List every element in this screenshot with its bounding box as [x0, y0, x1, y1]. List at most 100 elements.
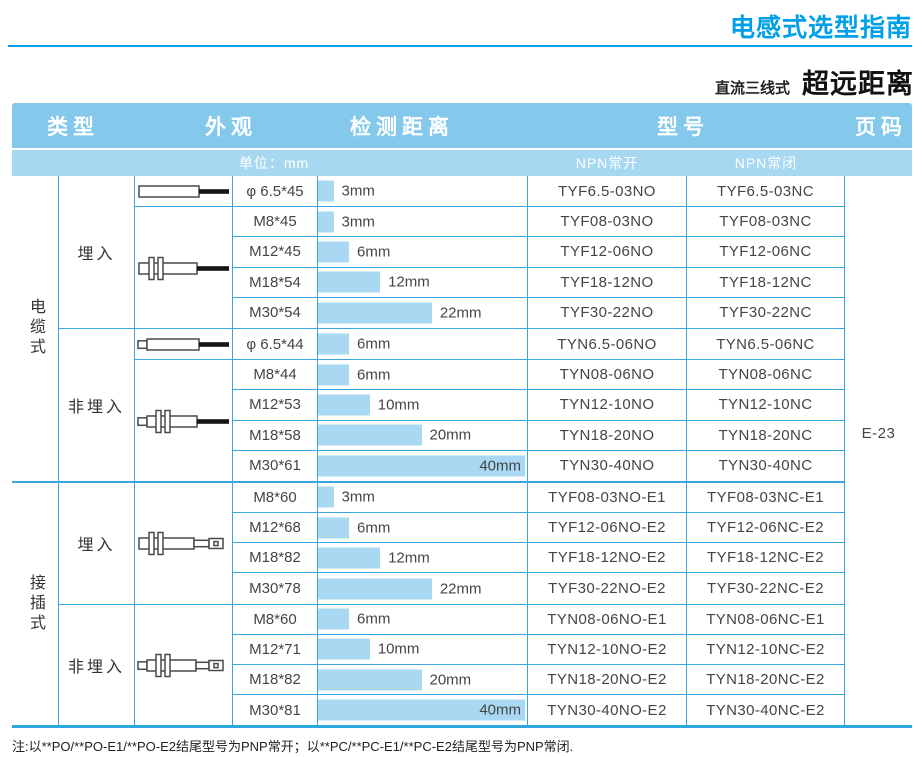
table-subheader-row: 单位：mm NPN常开 NPN常闭 — [12, 150, 912, 176]
model-npn-nc-cell: TYN08-06NC — [687, 360, 845, 389]
distance-label: 6mm — [357, 243, 390, 260]
row-stack: M8*446mmTYN08-06NOTYN08-06NCM12*5310mmTY… — [233, 360, 845, 481]
model-npn-nc-cell: TYN18-20NC — [687, 421, 845, 450]
distance-bar — [318, 334, 349, 355]
model-npn-no-cell: TYN18-20NO-E2 — [528, 665, 687, 694]
table-row: φ 6.5*453mmTYF6.5-03NOTYF6.5-03NC — [233, 176, 845, 206]
table-row: M30*7822mmTYF30-22NO-E2TYF30-22NC-E2 — [233, 573, 845, 603]
size-cell: M30*61 — [233, 451, 318, 481]
distance-cell: 3mm — [318, 483, 528, 512]
distance-cell: 6mm — [318, 360, 528, 389]
model-npn-nc-cell: TYF18-12NC-E2 — [687, 543, 845, 572]
distance-cell: 6mm — [318, 329, 528, 359]
page-code-cell: E-23 — [845, 176, 912, 725]
distance-label: 40mm — [479, 457, 521, 474]
model-npn-nc-cell: TYF12-06NC-E2 — [687, 513, 845, 542]
type-cell: 电缆式 — [12, 176, 59, 481]
distance-cell: 40mm — [318, 695, 528, 725]
model-npn-no-cell: TYF6.5-03NO — [528, 176, 687, 206]
table-row: M18*58 20mm TYN18-20NOTYN18-20NC — [233, 421, 845, 451]
table-row: M8*446mmTYN08-06NOTYN08-06NC — [233, 360, 845, 390]
subtitle-feature: 超远距离 — [802, 62, 914, 101]
distance-cell: 12mm — [318, 268, 528, 297]
sensor-drawing-threaded-tip-cable — [135, 360, 233, 481]
mount-group: 非埋入 φ 6.5*446mmTYN6.5-06NOTYN6.5-06NCM8*4… — [59, 329, 845, 481]
sensor-drawing-threaded-tip-connector — [135, 605, 233, 726]
table-row: M30*8140mmTYN30-40NO-E2TYN30-40NC-E2 — [233, 695, 845, 725]
model-npn-nc-cell: TYF6.5-03NC — [687, 176, 845, 206]
distance-cell: 6mm — [318, 237, 528, 266]
distance-bar — [318, 609, 349, 630]
drawing-group: φ 6.5*453mmTYF6.5-03NOTYF6.5-03NC — [135, 176, 845, 207]
mount-cell: 非埋入 — [59, 605, 135, 726]
table-row: φ 6.5*446mmTYN6.5-06NOTYN6.5-06NC — [233, 329, 845, 359]
distance-label: 6mm — [357, 611, 390, 628]
size-cell: M8*44 — [233, 360, 318, 389]
subheader-npn-nc: NPN常闭 — [735, 153, 798, 173]
distance-label: 12mm — [388, 549, 430, 566]
header-page: 页码 — [855, 111, 907, 141]
size-cell: M8*45 — [233, 207, 318, 236]
model-npn-nc-cell: TYN30-40NC-E2 — [687, 695, 845, 725]
model-npn-nc-cell: TYN12-10NC — [687, 390, 845, 419]
distance-label: 20mm — [430, 427, 472, 444]
model-npn-no-cell: TYN30-40NO-E2 — [528, 695, 687, 725]
size-cell: φ 6.5*45 — [233, 176, 318, 206]
distance-bar — [318, 211, 334, 232]
size-cell: M18*54 — [233, 268, 318, 297]
size-cell: φ 6.5*44 — [233, 329, 318, 359]
header-distance: 检测距离 — [350, 111, 454, 141]
mount-cell: 埋入 — [59, 483, 135, 604]
mount-cell: 非埋入 — [59, 329, 135, 481]
model-npn-no-cell: TYN12-10NO — [528, 390, 687, 419]
footnote: 注:以**PO/**PO-E1/**PO-E2结尾型号为PNP常开；以**PC/… — [12, 736, 573, 755]
drawing-group: M8*453mmTYF08-03NOTYF08-03NCM12*456mmTYF… — [135, 207, 845, 328]
drawing-group: φ 6.5*446mmTYN6.5-06NOTYN6.5-06NC — [135, 329, 845, 360]
sensor-drawing-threaded-cable — [135, 207, 233, 328]
row-stack: φ 6.5*453mmTYF6.5-03NOTYF6.5-03NC — [233, 176, 845, 206]
table-row: M12*7110mmTYN12-10NO-E2TYN12-10NC-E2 — [233, 635, 845, 665]
model-npn-nc-cell: TYF30-22NC — [687, 298, 845, 328]
distance-cell: 10mm — [318, 390, 528, 419]
subheader-unit: 单位：mm — [239, 153, 309, 173]
model-npn-nc-cell: TYF30-22NC-E2 — [687, 573, 845, 603]
size-cell: M12*71 — [233, 635, 318, 664]
distance-label: 10mm — [378, 396, 420, 413]
model-npn-nc-cell: TYN08-06NC-E1 — [687, 605, 845, 634]
sensor-drawing-cylinder-tip-cable — [135, 329, 233, 359]
distance-cell: 12mm — [318, 543, 528, 572]
mount-group: 埋入M8*603mmTYF08-03NO-E1TYF08-03NC-E1M12*… — [59, 483, 845, 605]
model-npn-nc-cell: TYF08-03NC-E1 — [687, 483, 845, 512]
type-section: 接插式埋入M8*603mmTYF08-03NO-E1TYF08-03NC-E1M… — [12, 483, 845, 726]
model-npn-no-cell: TYN12-10NO-E2 — [528, 635, 687, 664]
distance-cell: 20mm — [318, 421, 528, 450]
model-npn-no-cell: TYN30-40NO — [528, 451, 687, 481]
distance-bar — [318, 517, 349, 538]
model-npn-no-cell: TYN18-20NO — [528, 421, 687, 450]
table-row: M30*5422mmTYF30-22NOTYF30-22NC — [233, 298, 845, 328]
distance-cell: 22mm — [318, 573, 528, 603]
size-cell: M30*78 — [233, 573, 318, 603]
drawing-groups: M8*603mmTYF08-03NO-E1TYF08-03NC-E1M12*68… — [135, 483, 845, 604]
model-npn-no-cell: TYF12-06NO-E2 — [528, 513, 687, 542]
size-cell: M8*60 — [233, 483, 318, 512]
drawing-groups: M8*606mmTYN08-06NO-E1TYN08-06NC-E1M12*71… — [135, 605, 845, 726]
size-cell: M18*58 — [233, 421, 318, 450]
distance-cell: 6mm — [318, 513, 528, 542]
type-section: 电缆式埋入φ 6.5*453mmTYF6.5-03NOTYF6.5-03NCM8… — [12, 176, 845, 483]
header-type: 类型 — [47, 111, 99, 141]
size-cell: M18*82 — [233, 543, 318, 572]
table-row: M8*606mmTYN08-06NO-E1TYN08-06NC-E1 — [233, 605, 845, 635]
mount-group: 非埋入M8*606mmTYN08-06NO-E1TYN08-06NC-E1M12… — [59, 605, 845, 726]
table-row: M18*5412mmTYF18-12NOTYF18-12NC — [233, 268, 845, 298]
model-npn-nc-cell: TYN30-40NC — [687, 451, 845, 481]
distance-cell: 3mm — [318, 207, 528, 236]
distance-bar — [318, 272, 380, 293]
size-cell: M18*82 — [233, 665, 318, 694]
model-npn-no-cell: TYF08-03NO — [528, 207, 687, 236]
distance-label: 40mm — [479, 702, 521, 719]
distance-cell: 3mm — [318, 176, 528, 206]
type-cell: 接插式 — [12, 483, 59, 726]
selection-table: 类型 外观 检测距离 型号 页码 单位：mm NPN常开 NPN常闭 电缆式埋入… — [12, 103, 912, 728]
distance-cell: 10mm — [318, 635, 528, 664]
